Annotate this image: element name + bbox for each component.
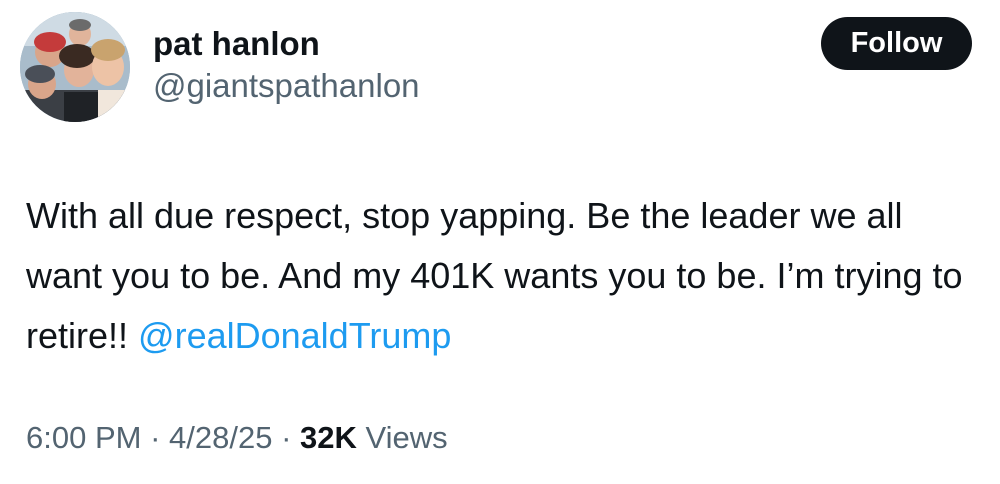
tweet-text: With all due respect, stop yapping. Be t… [26,186,976,366]
avatar-photo [20,12,130,122]
tweet-time[interactable]: 6:00 PM [26,420,141,455]
tweet-meta: 6:00 PM · 4/28/25 · 32K Views [26,418,448,458]
meta-separator: · [281,420,292,455]
mention-link[interactable]: @realDonaldTrump [138,315,451,356]
views-count: 32K [300,420,357,455]
meta-separator: · [150,420,161,455]
author-display-name[interactable]: pat hanlon [153,24,420,64]
views-label: Views [365,420,448,455]
author-handle[interactable]: @giantspathanlon [153,66,420,106]
tweet-card: pat hanlon @giantspathanlon Follow With … [0,0,1000,484]
avatar[interactable] [20,12,130,122]
follow-button[interactable]: Follow [821,17,972,70]
tweet-date[interactable]: 4/28/25 [169,420,272,455]
author-info: pat hanlon @giantspathanlon [153,24,420,106]
